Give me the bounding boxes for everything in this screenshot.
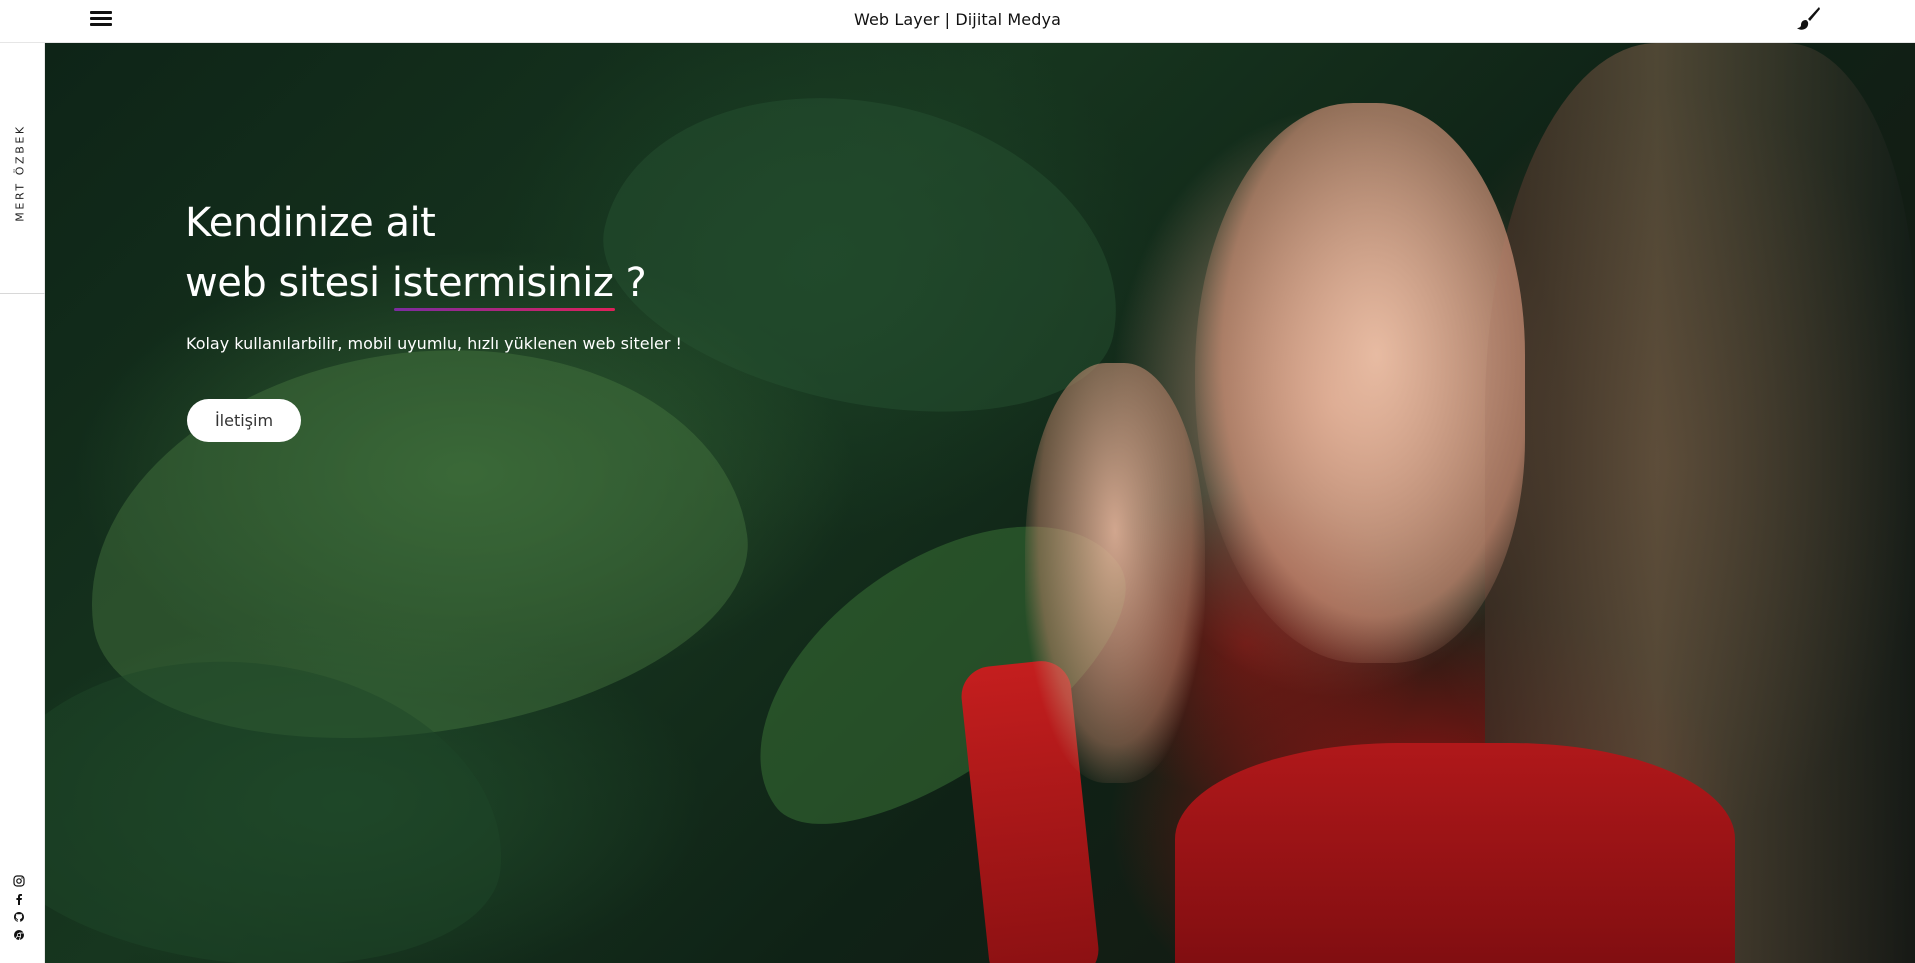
hero-title: Kendinize ait web sitesi istermisiniz ?	[185, 193, 647, 313]
chrome-icon[interactable]	[13, 929, 27, 943]
hero-title-suffix: ?	[613, 260, 647, 306]
contact-button[interactable]: İletişim	[187, 399, 301, 442]
left-sidebar: MERT ÖZBEK	[0, 43, 45, 963]
facebook-icon[interactable]	[13, 893, 27, 907]
background-photo-dress	[1175, 743, 1735, 963]
author-name: MERT ÖZBEK	[13, 124, 27, 222]
github-icon[interactable]	[13, 911, 27, 925]
hero-title-line2: web sitesi istermisiniz ?	[185, 253, 647, 313]
hero-banner: Kendinize ait web sitesi istermisiniz ? …	[45, 43, 1915, 963]
background-photo-face	[1195, 103, 1525, 663]
hero-subtitle: Kolay kullanılarbilir, mobil uyumlu, hız…	[186, 334, 682, 353]
instagram-icon[interactable]	[13, 875, 27, 889]
top-header: Web Layer | Dijital Medya	[0, 0, 1915, 43]
background-photo-hands	[1025, 363, 1205, 783]
author-panel: MERT ÖZBEK	[0, 43, 45, 294]
site-title: Web Layer | Dijital Medya	[854, 10, 1061, 29]
hero-title-line1: Kendinize ait	[185, 200, 436, 246]
hero-title-prefix: web sitesi	[185, 260, 392, 306]
paint-brush-icon[interactable]	[1795, 5, 1821, 31]
hero-title-highlight: istermisiniz	[392, 253, 616, 313]
